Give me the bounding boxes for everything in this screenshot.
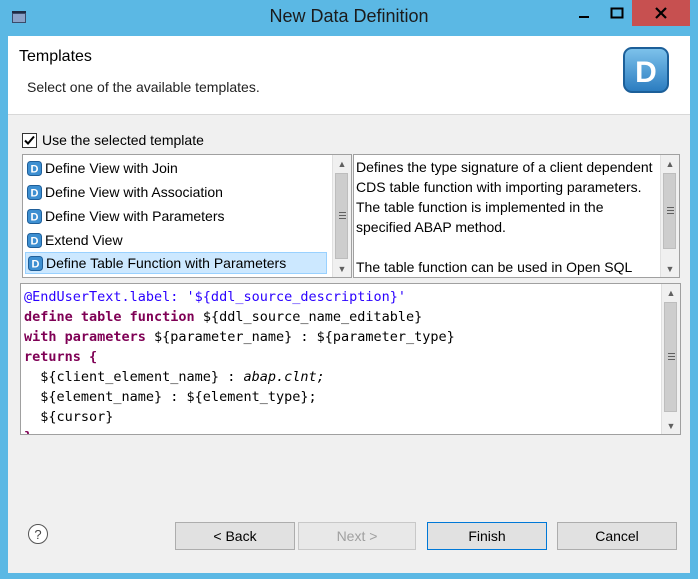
- template-preview-editor[interactable]: @EndUserText.label: '${ddl_source_descri…: [20, 283, 681, 435]
- help-button[interactable]: ?: [28, 524, 48, 544]
- chevron-down-icon: ▼: [337, 263, 347, 274]
- code-preview: @EndUserText.label: '${ddl_source_descri…: [24, 287, 455, 434]
- description-scrollbar[interactable]: ▲ ▼: [660, 155, 679, 277]
- page-title: Templates: [19, 48, 92, 65]
- maximize-icon: [610, 7, 624, 19]
- use-template-checkbox[interactable]: [22, 132, 37, 148]
- wizard-header: Templates Select one of the available te…: [8, 36, 690, 115]
- back-button[interactable]: < Back: [175, 522, 295, 550]
- list-item-label: Define View with Association: [45, 184, 223, 200]
- list-item[interactable]: D Define View with Association: [25, 181, 327, 203]
- chevron-up-icon: ▲: [665, 158, 675, 169]
- svg-text:D: D: [31, 163, 39, 175]
- list-item[interactable]: D Extend View: [25, 229, 327, 251]
- maximize-button[interactable]: [603, 0, 631, 26]
- scroll-down-button[interactable]: ▼: [333, 260, 351, 277]
- close-button[interactable]: [632, 0, 690, 26]
- list-item-label: Define View with Parameters: [45, 208, 225, 224]
- code-line: ${cursor}: [24, 409, 114, 425]
- finish-button[interactable]: Finish: [427, 522, 547, 550]
- code-type: abap.clnt;: [243, 369, 325, 385]
- title-bar[interactable]: New Data Definition: [0, 0, 698, 36]
- template-description: Defines the type signature of a client d…: [353, 154, 680, 278]
- page-subtitle: Select one of the available templates.: [27, 79, 260, 95]
- template-list-scrollbar[interactable]: ▲ ▼: [332, 155, 351, 277]
- description-text: Defines the type signature of a client d…: [356, 157, 656, 277]
- chevron-down-icon: ▼: [665, 263, 675, 274]
- scroll-up-button[interactable]: ▲: [662, 284, 680, 301]
- description-paragraph: The table function can be used in Open S…: [356, 259, 633, 275]
- scroll-down-button[interactable]: ▼: [661, 260, 679, 277]
- template-list[interactable]: D Define View with Join D Define View wi…: [22, 154, 352, 278]
- code-annotation: @EndUserText.label: '${ddl_source_descri…: [24, 289, 407, 305]
- list-item-label: Define View with Join: [45, 160, 178, 176]
- ddl-template-icon: D: [28, 255, 43, 271]
- cancel-button[interactable]: Cancel: [557, 522, 677, 550]
- chevron-up-icon: ▲: [337, 158, 347, 169]
- code-keyword: }: [24, 429, 32, 434]
- code-variable: ${client_element_name} :: [24, 369, 244, 385]
- help-icon: ?: [34, 526, 42, 542]
- svg-text:D: D: [32, 258, 40, 270]
- checkmark-icon: [24, 135, 35, 145]
- code-keyword: define table function: [24, 309, 203, 325]
- code-keyword: with parameters: [24, 329, 155, 345]
- scroll-thumb[interactable]: [335, 173, 348, 259]
- scroll-down-button[interactable]: ▼: [662, 417, 680, 434]
- use-template-option[interactable]: Use the selected template: [22, 132, 204, 148]
- ddl-template-icon: D: [27, 160, 42, 176]
- ddl-template-icon: D: [27, 208, 42, 224]
- scroll-up-button[interactable]: ▲: [333, 155, 351, 172]
- code-line: ${element_name} : ${element_type};: [24, 389, 317, 405]
- list-item-selected[interactable]: D Define Table Function with Parameters: [25, 252, 327, 274]
- dialog-window: New Data Definition Templates Select one…: [0, 0, 698, 579]
- chevron-up-icon: ▲: [666, 287, 676, 298]
- list-item-label: Extend View: [45, 232, 123, 248]
- scroll-thumb[interactable]: [663, 173, 676, 249]
- minimize-button[interactable]: [566, 0, 602, 26]
- close-icon: [655, 7, 667, 19]
- svg-text:D: D: [31, 211, 39, 223]
- editor-scrollbar[interactable]: ▲ ▼: [661, 284, 680, 434]
- svg-text:D: D: [31, 187, 39, 199]
- use-template-label: Use the selected template: [42, 132, 204, 148]
- code-variable: ${parameter_name} : ${parameter_type}: [154, 329, 455, 345]
- svg-text:D: D: [635, 56, 657, 89]
- next-button[interactable]: Next >: [298, 522, 416, 550]
- svg-text:D: D: [31, 235, 39, 247]
- list-item[interactable]: D Define View with Parameters: [25, 205, 327, 227]
- code-keyword: returns {: [24, 349, 98, 365]
- code-variable: ${ddl_source_name_editable}: [202, 309, 423, 325]
- dialog-body: Templates Select one of the available te…: [8, 36, 690, 573]
- minimize-icon: [579, 16, 589, 18]
- list-item[interactable]: D Define View with Join: [25, 157, 327, 179]
- scroll-up-button[interactable]: ▲: [661, 155, 679, 172]
- chevron-down-icon: ▼: [666, 420, 676, 431]
- ddl-template-icon: D: [27, 232, 42, 248]
- list-item-label: Define Table Function with Parameters: [46, 255, 287, 271]
- ddl-wizard-logo-icon: D: [623, 47, 669, 93]
- description-paragraph: Defines the type signature of a client d…: [356, 159, 653, 235]
- ddl-template-icon: D: [27, 184, 42, 200]
- scroll-thumb[interactable]: [664, 302, 677, 412]
